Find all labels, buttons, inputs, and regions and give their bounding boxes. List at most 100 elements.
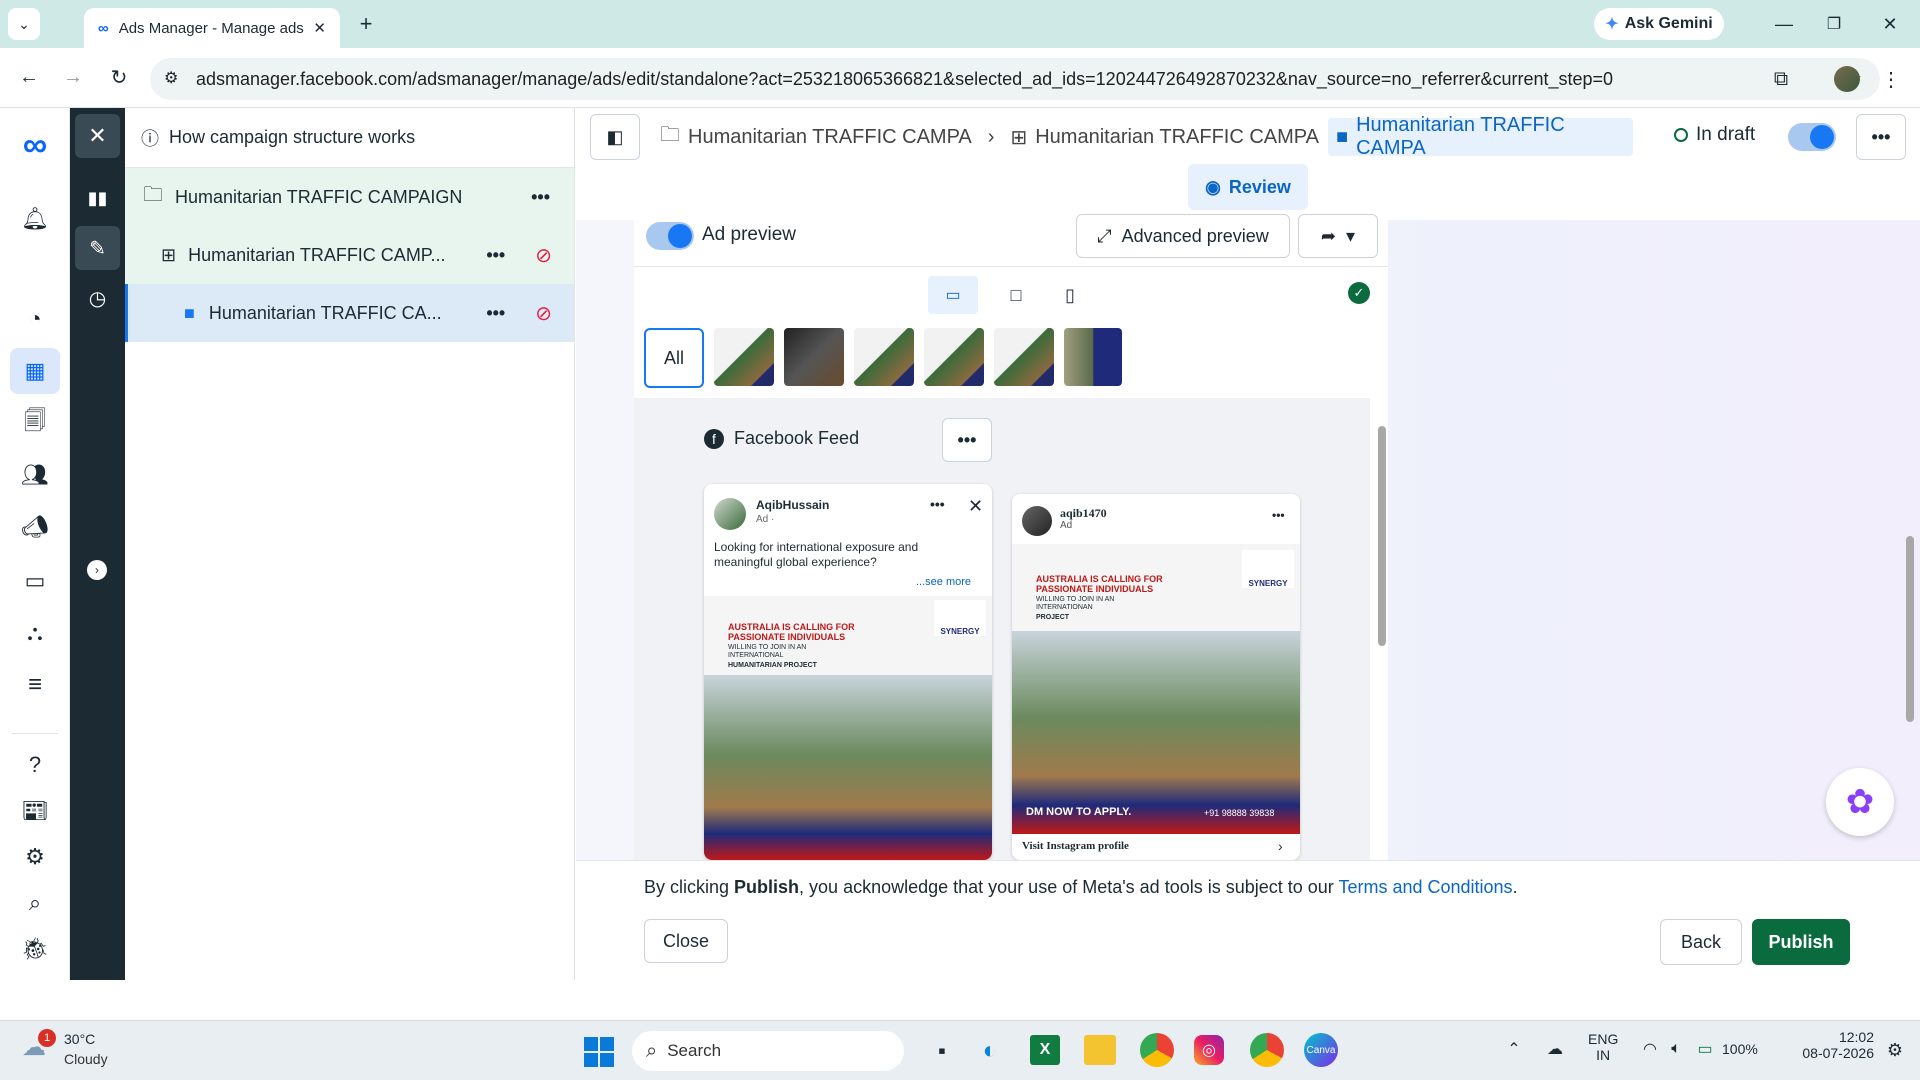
edge-browser-icon[interactable]: ◐: [974, 1035, 1006, 1067]
file-explorer-folder-icon[interactable]: [1084, 1035, 1116, 1065]
onedrive-cloud-icon[interactable]: ☁: [1542, 1037, 1568, 1061]
extensions-icon[interactable]: ⧉: [1766, 64, 1796, 94]
instagram-icon[interactable]: ◎: [1194, 1035, 1224, 1065]
campaign-megaphone-icon[interactable]: 📣︎: [20, 512, 50, 542]
minimize-icon[interactable]: —: [1764, 8, 1804, 40]
breadcrumb-campaign[interactable]: Humanitarian TRAFFIC CAMPA: [688, 126, 972, 149]
all-tools-menu-icon[interactable]: ≡: [20, 670, 50, 700]
placement-header: f Facebook Feed: [704, 428, 859, 449]
url-field[interactable]: ⚙ adsmanager.facebook.com/adsmanager/man…: [150, 58, 1880, 100]
campaign-more-icon[interactable]: •••: [531, 187, 550, 208]
ask-gemini-button[interactable]: ✦ Ask Gemini: [1594, 8, 1724, 40]
breadcrumb-ad[interactable]: ■ Humanitarian TRAFFIC CAMPA: [1328, 114, 1633, 159]
ad-on-off-toggle[interactable]: [1788, 123, 1836, 151]
success-check-icon: ✓: [1348, 282, 1370, 304]
bug-report-icon[interactable]: 🐞︎: [20, 934, 50, 964]
file-explorer-dark-icon[interactable]: ▪: [926, 1035, 958, 1067]
post-more-icon[interactable]: •••: [930, 496, 945, 512]
profile-avatar[interactable]: [1834, 66, 1860, 92]
tab-list-icon[interactable]: ⌄: [8, 8, 40, 40]
creative-thumbnail[interactable]: [994, 328, 1054, 386]
all-placements-icon[interactable]: ▭: [928, 276, 978, 314]
business-news-icon[interactable]: 📰︎: [20, 796, 50, 826]
more-options-icon[interactable]: •••: [1856, 114, 1906, 160]
back-arrow-icon[interactable]: ←: [14, 62, 44, 92]
close-panel-icon[interactable]: ✕: [75, 114, 120, 158]
restore-icon[interactable]: ❐: [1814, 8, 1854, 40]
settings-gear-icon[interactable]: ⚙: [20, 842, 50, 872]
advanced-preview-button[interactable]: ⤢ Advanced preview: [1076, 214, 1290, 258]
search-icon[interactable]: ⌕: [20, 888, 50, 918]
creative-thumbnail[interactable]: [924, 328, 984, 386]
creative-thumbnail[interactable]: [1064, 328, 1122, 386]
edit-pencil-icon[interactable]: ✎: [75, 226, 120, 270]
terms-link[interactable]: Terms and Conditions: [1338, 877, 1512, 897]
post-more-icon[interactable]: •••: [1272, 508, 1285, 522]
browser-menu-icon[interactable]: ⋮: [1876, 64, 1906, 94]
campaign-structure-help[interactable]: ⓘ How campaign structure works: [125, 108, 574, 168]
history-clock-icon[interactable]: ◷: [75, 278, 120, 318]
post-close-icon[interactable]: ✕: [968, 496, 983, 517]
expand-chevron-icon[interactable]: ›: [87, 560, 107, 580]
notification-center-icon[interactable]: ⚙: [1882, 1037, 1908, 1063]
ai-assistant-flower-icon[interactable]: ✿: [1826, 768, 1894, 836]
reports-icon[interactable]: 🗐︎: [20, 408, 50, 438]
ads-manager-table-icon[interactable]: ▦: [10, 348, 60, 394]
windows-start-icon[interactable]: [584, 1037, 614, 1067]
chrome-profile-icon[interactable]: [1250, 1033, 1284, 1067]
meta-logo-icon[interactable]: ∞: [14, 126, 56, 164]
preview-scrollbar[interactable]: [1376, 408, 1388, 848]
creative-thumbnail[interactable]: [784, 328, 844, 386]
ad-preview-toggle[interactable]: [646, 222, 694, 250]
creative-thumbnail[interactable]: [854, 328, 914, 386]
billing-card-icon[interactable]: ▭: [20, 566, 50, 596]
dashboard-gauge-icon[interactable]: ◔: [20, 304, 50, 334]
adset-more-icon[interactable]: •••: [486, 245, 505, 266]
publish-button[interactable]: Publish: [1752, 919, 1850, 965]
active-tab[interactable]: ∞ Ads Manager - Manage ads - A ✕: [84, 8, 340, 48]
post-sub: Ad ·: [756, 514, 775, 525]
events-manager-icon[interactable]: ⛬: [20, 618, 50, 648]
excel-icon[interactable]: X: [1030, 1035, 1060, 1065]
toggle-panel-icon[interactable]: ◧: [590, 114, 640, 160]
close-button[interactable]: Close: [644, 919, 728, 963]
tree-item-ad[interactable]: ■ Humanitarian TRAFFIC CA... ••• ⊘: [125, 284, 574, 342]
breadcrumb: 🗀︎ Humanitarian TRAFFIC CAMPA › ⊞ Humani…: [660, 122, 1350, 152]
clock[interactable]: 12:02 08-07-2026: [1784, 1029, 1874, 1061]
page-scrollbar[interactable]: [1904, 224, 1916, 856]
breadcrumb-adset[interactable]: Humanitarian TRAFFIC CAMPA: [1035, 126, 1319, 149]
square-format-icon[interactable]: □: [996, 276, 1036, 314]
creative-thumbnail[interactable]: [714, 328, 774, 386]
notifications-bell-icon[interactable]: 🔔︎: [20, 204, 50, 234]
performance-chart-icon[interactable]: ▮▮: [75, 178, 120, 218]
back-button[interactable]: Back: [1660, 919, 1742, 965]
share-dropdown-button[interactable]: ➦ ▾: [1298, 214, 1378, 258]
canva-icon[interactable]: Canva: [1304, 1033, 1338, 1067]
reload-icon[interactable]: ↻: [104, 62, 134, 92]
volume-icon[interactable]: 🔈︎: [1666, 1039, 1686, 1059]
tree-item-adset[interactable]: ⊞ Humanitarian TRAFFIC CAMP... ••• ⊘: [125, 226, 574, 284]
ad-more-icon[interactable]: •••: [486, 303, 505, 324]
forward-arrow-icon[interactable]: →: [58, 62, 88, 92]
vertical-format-icon[interactable]: ▯: [1050, 276, 1090, 314]
review-button[interactable]: ◉ Review: [1188, 164, 1308, 210]
new-tab-icon[interactable]: +: [352, 10, 380, 38]
tray-chevron-up-icon[interactable]: ⌃: [1504, 1037, 1524, 1061]
draft-status: In draft: [1674, 124, 1755, 146]
site-info-icon[interactable]: ⚙: [164, 68, 178, 88]
audiences-icon[interactable]: 👥︎: [20, 460, 50, 490]
tree-item-campaign[interactable]: 🗀︎ Humanitarian TRAFFIC CAMPAIGN •••: [125, 168, 574, 226]
language-indicator[interactable]: ENG IN: [1588, 1031, 1618, 1063]
all-creatives-button[interactable]: All: [644, 328, 704, 388]
visit-profile-link[interactable]: Visit Instagram profile: [1022, 840, 1129, 852]
battery-icon[interactable]: ▭: [1692, 1039, 1718, 1059]
tab-close-icon[interactable]: ✕: [313, 19, 326, 37]
nav-divider: [12, 733, 58, 734]
see-more-link[interactable]: ...see more: [916, 576, 971, 588]
help-question-icon[interactable]: ?: [20, 750, 50, 780]
window-close-icon[interactable]: ✕: [1870, 8, 1910, 40]
placement-more-icon[interactable]: •••: [942, 418, 992, 462]
wifi-icon[interactable]: ◠: [1640, 1039, 1660, 1059]
chrome-icon[interactable]: [1140, 1033, 1174, 1067]
taskbar-search[interactable]: ⌕ Search: [632, 1031, 904, 1071]
